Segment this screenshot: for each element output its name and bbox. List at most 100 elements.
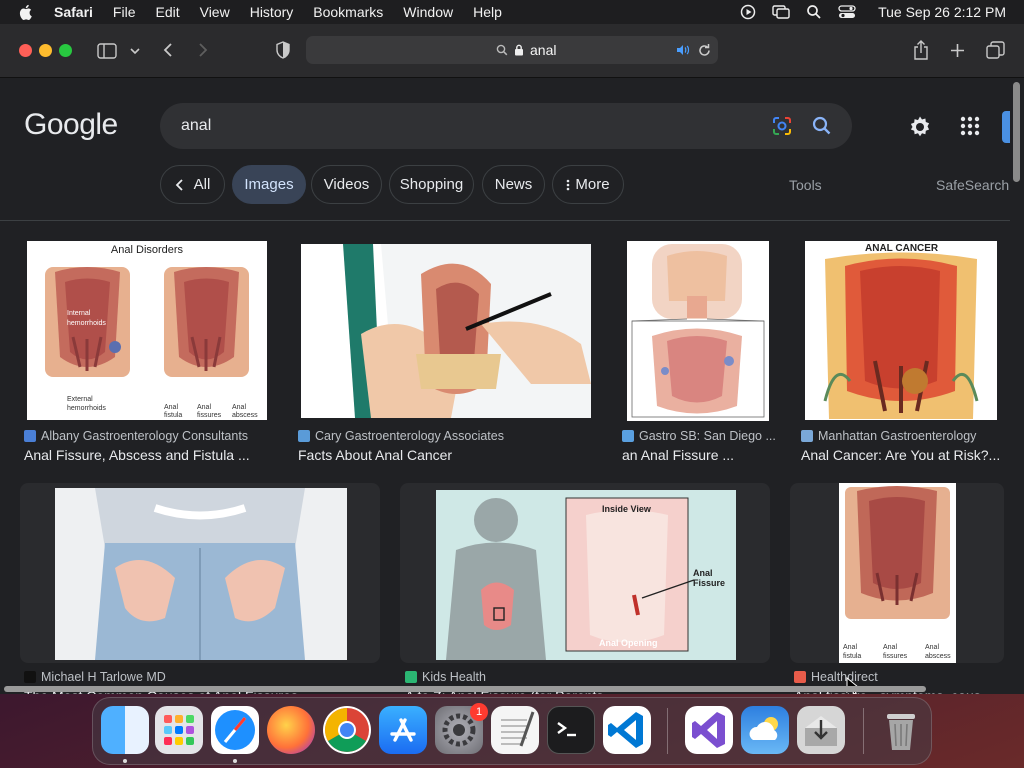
spotlight-search-icon[interactable] <box>806 4 822 20</box>
search-submit-icon[interactable] <box>812 116 832 136</box>
chrome-icon[interactable] <box>323 706 371 754</box>
source-name: Kids Health <box>422 670 486 684</box>
forward-icon[interactable] <box>197 42 209 58</box>
source-name: Manhattan Gastroenterology <box>818 429 977 443</box>
google-lens-icon[interactable] <box>772 116 792 136</box>
chip-images[interactable]: Images <box>232 165 306 204</box>
result-title-4[interactable]: Anal Cancer: Are You at Risk?... <box>801 447 1001 463</box>
trash-icon[interactable] <box>877 706 925 754</box>
svg-text:Anal: Anal <box>925 644 939 651</box>
tab-overview-icon[interactable] <box>986 41 1005 59</box>
result-source-6[interactable]: Kids Health <box>405 670 486 684</box>
zoom-window-button[interactable] <box>59 44 72 57</box>
vertical-scroll-thumb[interactable] <box>1013 82 1020 182</box>
svg-text:hemorrhoids: hemorrhoids <box>67 320 106 327</box>
search-query[interactable]: anal <box>181 117 211 135</box>
chip-all[interactable]: All <box>160 165 225 204</box>
screen-mirroring-icon[interactable] <box>772 4 790 20</box>
result-image-7[interactable]: Anal fistula Anal fissures Anal abscess <box>839 483 956 663</box>
source-name: Cary Gastroenterology Associates <box>315 429 504 443</box>
header-divider <box>0 220 1010 221</box>
chip-videos-label: Videos <box>323 176 370 193</box>
chip-videos[interactable]: Videos <box>311 165 382 204</box>
share-icon[interactable] <box>913 40 929 60</box>
app-store-icon[interactable] <box>379 706 427 754</box>
source-name: Albany Gastroenterology Consultants <box>41 429 249 443</box>
result-source-3[interactable]: Gastro SB: San Diego ... <box>622 429 776 443</box>
favicon-icon <box>794 671 806 683</box>
close-window-button[interactable] <box>19 44 32 57</box>
result-source-1[interactable]: Albany Gastroenterology Consultants <box>24 429 248 443</box>
result-image-3[interactable] <box>627 241 769 421</box>
address-bar[interactable]: anal <box>306 36 718 64</box>
result-image-1[interactable]: Anal Disorders Internal hemorrhoids Exte… <box>27 241 267 420</box>
google-images-page: Google anal All Images Videos Shopping N… <box>0 78 1010 694</box>
tools-button[interactable]: Tools <box>789 177 822 193</box>
chevron-down-icon[interactable] <box>130 48 140 55</box>
result-image-6-label-1: Inside View <box>602 504 651 514</box>
installer-icon[interactable] <box>797 706 845 754</box>
result-source-5[interactable]: Michael H Tarlowe MD <box>24 670 166 684</box>
svg-text:fissures: fissures <box>883 653 908 660</box>
chip-shopping[interactable]: Shopping <box>389 165 474 204</box>
menu-help[interactable]: Help <box>473 4 502 20</box>
result-title-1[interactable]: Anal Fissure, Abscess and Fistula ... <box>24 447 274 463</box>
result-image-2[interactable] <box>301 244 591 418</box>
audio-playing-icon[interactable] <box>676 44 690 56</box>
control-center-icon[interactable] <box>838 4 856 20</box>
safari-toolbar: anal <box>0 24 1024 78</box>
vscode-icon[interactable] <box>603 706 651 754</box>
horizontal-scroll-thumb[interactable] <box>4 686 926 692</box>
weather-icon[interactable] <box>741 706 789 754</box>
menubar-clock[interactable]: Tue Sep 26 2:12 PM <box>878 4 1006 20</box>
result-title-3[interactable]: an Anal Fissure ... <box>622 447 782 463</box>
svg-text:abscess: abscess <box>925 653 951 660</box>
result-image-5[interactable] <box>55 488 347 660</box>
menu-file[interactable]: File <box>113 4 136 20</box>
chip-all-label: All <box>193 176 211 193</box>
favicon-icon <box>801 430 813 442</box>
menu-app-name[interactable]: Safari <box>54 4 93 20</box>
result-source-7[interactable]: Healthdirect <box>794 670 878 684</box>
result-image-6[interactable]: Inside View Anal Fissure Anal Opening <box>436 490 736 660</box>
now-playing-icon[interactable] <box>740 4 756 20</box>
safari-icon[interactable] <box>211 706 259 754</box>
result-source-2[interactable]: Cary Gastroenterology Associates <box>298 429 504 443</box>
person-hands-photo <box>55 488 347 660</box>
apple-menu-icon[interactable] <box>19 4 34 20</box>
search-box[interactable]: anal <box>160 103 852 149</box>
favicon-icon <box>405 671 417 683</box>
settings-gear-icon[interactable] <box>908 115 932 139</box>
result-source-4[interactable]: Manhattan Gastroenterology <box>801 429 976 443</box>
source-name: Gastro SB: San Diego ... <box>639 429 776 443</box>
chip-more[interactable]: More <box>552 165 624 204</box>
menubar: Safari File Edit View History Bookmarks … <box>0 0 1024 24</box>
privacy-shield-icon[interactable] <box>275 41 291 59</box>
result-image-4[interactable]: ANAL CANCER <box>805 241 997 420</box>
firefox-icon[interactable] <box>267 706 315 754</box>
chip-news[interactable]: News <box>482 165 545 204</box>
back-icon[interactable] <box>162 42 174 58</box>
new-tab-icon[interactable] <box>950 43 965 58</box>
textedit-icon[interactable] <box>491 706 539 754</box>
dock-separator <box>667 708 668 754</box>
safesearch-button[interactable]: SafeSearch <box>936 177 1009 193</box>
vertical-scrollbar[interactable] <box>1010 78 1024 694</box>
menu-bookmarks[interactable]: Bookmarks <box>313 4 383 20</box>
sidebar-toggle-icon[interactable] <box>97 43 117 59</box>
launchpad-icon[interactable] <box>155 706 203 754</box>
google-apps-icon[interactable] <box>960 116 980 136</box>
minimize-window-button[interactable] <box>39 44 52 57</box>
google-logo[interactable]: Google <box>24 108 118 142</box>
account-avatar[interactable] <box>1002 111 1010 143</box>
menu-history[interactable]: History <box>250 4 294 20</box>
finder-icon[interactable] <box>101 706 149 754</box>
menu-view[interactable]: View <box>200 4 230 20</box>
horizontal-scrollbar[interactable] <box>0 684 1010 694</box>
terminal-icon[interactable] <box>547 706 595 754</box>
result-title-2[interactable]: Facts About Anal Cancer <box>298 447 588 463</box>
reload-icon[interactable] <box>698 43 711 57</box>
visual-studio-icon[interactable] <box>685 706 733 754</box>
menu-edit[interactable]: Edit <box>155 4 179 20</box>
menu-window[interactable]: Window <box>403 4 453 20</box>
